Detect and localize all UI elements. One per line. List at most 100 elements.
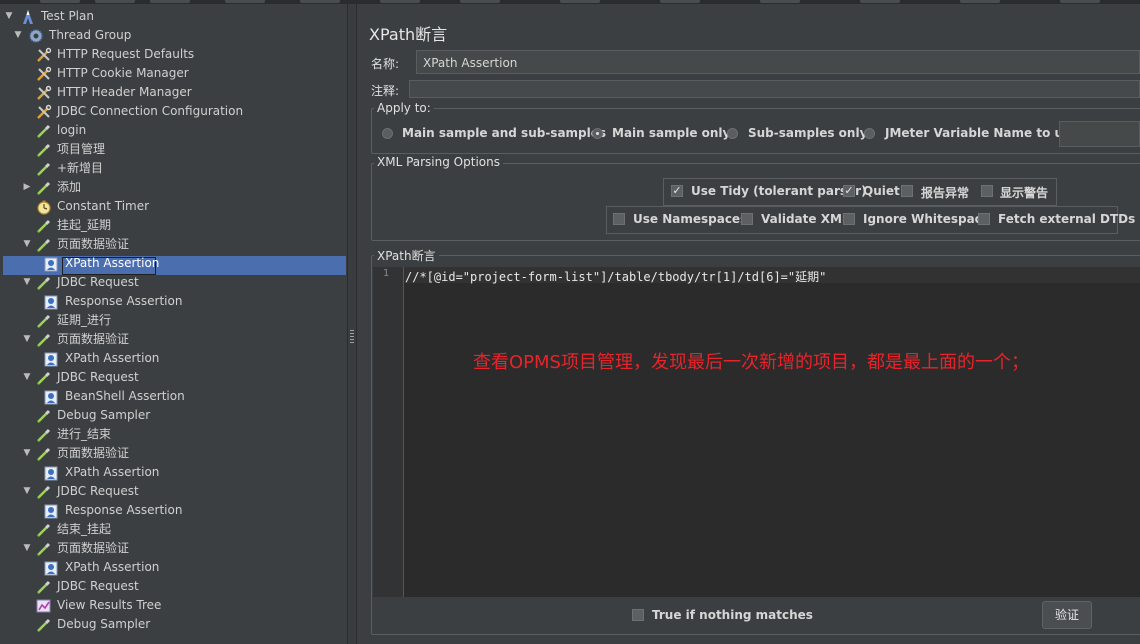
expand-arrow-icon[interactable]: ▼ [22,444,32,463]
expand-arrow-icon[interactable]: ▼ [22,273,32,292]
tree-node[interactable]: HTTP Header Manager [0,83,343,102]
pipette-icon [36,161,52,177]
report-errors-label: 报告异常 [921,186,970,200]
radio-jmeter-variable[interactable] [864,128,875,139]
tree-node[interactable]: ▼ 页面数据验证 [0,539,343,558]
tree-node-label: Response Assertion [65,294,183,308]
tree-node-label: JDBC Request [57,484,139,498]
validate-xml-checkbox[interactable] [741,213,753,225]
tree-node[interactable]: ▼ 页面数据验证 [0,235,343,254]
validate-xml-label: Validate XML [761,212,850,226]
ignore-whitespace-checkbox[interactable] [843,213,855,225]
tree-node[interactable]: ▼ Thread Group [0,26,343,45]
xml-parsing-title: XML Parsing Options [374,155,503,169]
tree-node[interactable]: View Results Tree [0,596,343,615]
expand-arrow-icon[interactable]: ▼ [22,330,32,349]
tree-node[interactable]: 延期_进行 [0,311,343,330]
radio-sub-only[interactable] [727,128,738,139]
tree-node[interactable]: JDBC Connection Configuration [0,102,343,121]
pipette-icon [36,522,52,538]
jmeter-variable-input[interactable] [1059,121,1140,147]
tree-node[interactable]: Debug Sampler [0,406,343,425]
split-pane-divider[interactable] [348,4,357,644]
tree-node-label: Test Plan [41,9,94,23]
tree-node[interactable]: XPath Assertion [0,558,343,577]
expand-arrow-icon[interactable]: ▼ [22,539,32,558]
tree-node-label: XPath Assertion [65,560,160,574]
xpath-editor[interactable]: 1 //*[@id="project-form-list"]/table/tbo… [373,267,1140,597]
tree-node[interactable]: ▼ 页面数据验证 [0,444,343,463]
tree-node-label: Response Assertion [65,503,183,517]
fetch-dtds-checkbox[interactable] [978,213,990,225]
report-errors-checkbox[interactable] [901,185,913,197]
show-warnings-checkbox[interactable] [981,185,993,197]
radio-sub-only-label: Sub-samples only [748,126,868,140]
tree-node[interactable]: ▼ Test Plan [0,7,343,26]
test-plan-icon [20,9,36,25]
expand-arrow-icon[interactable]: ▼ [4,7,14,26]
wrench-icon [36,104,52,120]
assertion-icon [44,294,60,310]
quiet-label: Quiet [863,184,900,198]
tree-node[interactable]: 进行_结束 [0,425,343,444]
tree-node[interactable]: XPath Assertion [0,349,343,368]
tree-node[interactable]: ▼ JDBC Request [0,273,343,292]
pipette-icon [36,484,52,500]
tree-node[interactable]: ▼ JDBC Request [0,368,343,387]
tree-node-label: JDBC Request [57,370,139,384]
true-if-nothing-matches-checkbox[interactable] [632,609,644,621]
assertion-icon [44,256,60,272]
apply-to-title: Apply to: [374,101,434,115]
assertion-icon [44,560,60,576]
tree-node[interactable]: XPath Assertion [0,254,343,273]
tree-node-label: XPath Assertion [65,351,160,365]
collapse-arrow-icon[interactable]: ▶ [22,178,32,197]
tree-node[interactable]: 挂起_延期 [0,216,343,235]
use-tidy-checkbox[interactable]: ✓ [671,185,683,197]
tree-node[interactable]: ▼ JDBC Request [0,482,343,501]
test-plan-tree[interactable]: ▼ Test Plan ▼ Thread Group HTTP Request Defa… [0,4,348,644]
pipette-icon [36,313,52,329]
tree-node[interactable]: +新增目 [0,159,343,178]
annotation-text: 查看OPMS项目管理，发现最后一次新增的项目，都是最上面的一个； [473,352,1029,373]
tree-node-label: XPath Assertion [65,465,160,479]
radio-main-and-sub[interactable] [382,128,393,139]
pipette-icon [36,123,52,139]
name-field[interactable]: XPath Assertion [416,50,1140,74]
radio-main-only[interactable] [592,128,603,139]
tree-node[interactable]: XPath Assertion [0,463,343,482]
tree-node[interactable]: ▶ 添加 [0,178,343,197]
tree-node[interactable]: Debug Sampler [0,615,343,634]
expand-arrow-icon[interactable]: ▼ [22,482,32,501]
assertion-icon [44,351,60,367]
quiet-checkbox[interactable]: ✓ [843,185,855,197]
tree-node[interactable]: login [0,121,343,140]
use-namespaces-checkbox[interactable] [613,213,625,225]
tree-node[interactable]: BeanShell Assertion [0,387,343,406]
pipette-icon [36,617,52,633]
tree-node-label: XPath Assertion [65,256,160,270]
tree-node[interactable]: ▼ 页面数据验证 [0,330,343,349]
use-namespaces-label: Use Namespaces [633,212,748,226]
tree-node[interactable]: Response Assertion [0,292,343,311]
name-label: 名称: [371,57,400,71]
tree-node[interactable]: Constant Timer [0,197,343,216]
pipette-icon [36,427,52,443]
tree-node[interactable]: JDBC Request [0,577,343,596]
tree-node[interactable]: Response Assertion [0,501,343,520]
expand-arrow-icon[interactable]: ▼ [22,368,32,387]
page-title: XPath断言 [369,25,448,44]
expand-arrow-icon[interactable]: ▼ [13,26,23,45]
tree-node[interactable]: HTTP Cookie Manager [0,64,343,83]
tree-node[interactable]: HTTP Request Defaults [0,45,343,64]
tree-node-label: HTTP Cookie Manager [57,66,189,80]
tree-node-label: 页面数据验证 [57,446,130,460]
xpath-group-title: XPath断言 [374,247,439,264]
expand-arrow-icon[interactable]: ▼ [22,235,32,254]
xpath-expression[interactable]: //*[@id="project-form-list"]/table/tbody… [405,268,826,285]
assertion-icon [44,465,60,481]
tree-node[interactable]: 项目管理 [0,140,343,159]
validate-button[interactable]: 验证 [1042,601,1092,629]
tree-node[interactable]: 结束_挂起 [0,520,343,539]
comment-field[interactable] [409,80,1140,98]
